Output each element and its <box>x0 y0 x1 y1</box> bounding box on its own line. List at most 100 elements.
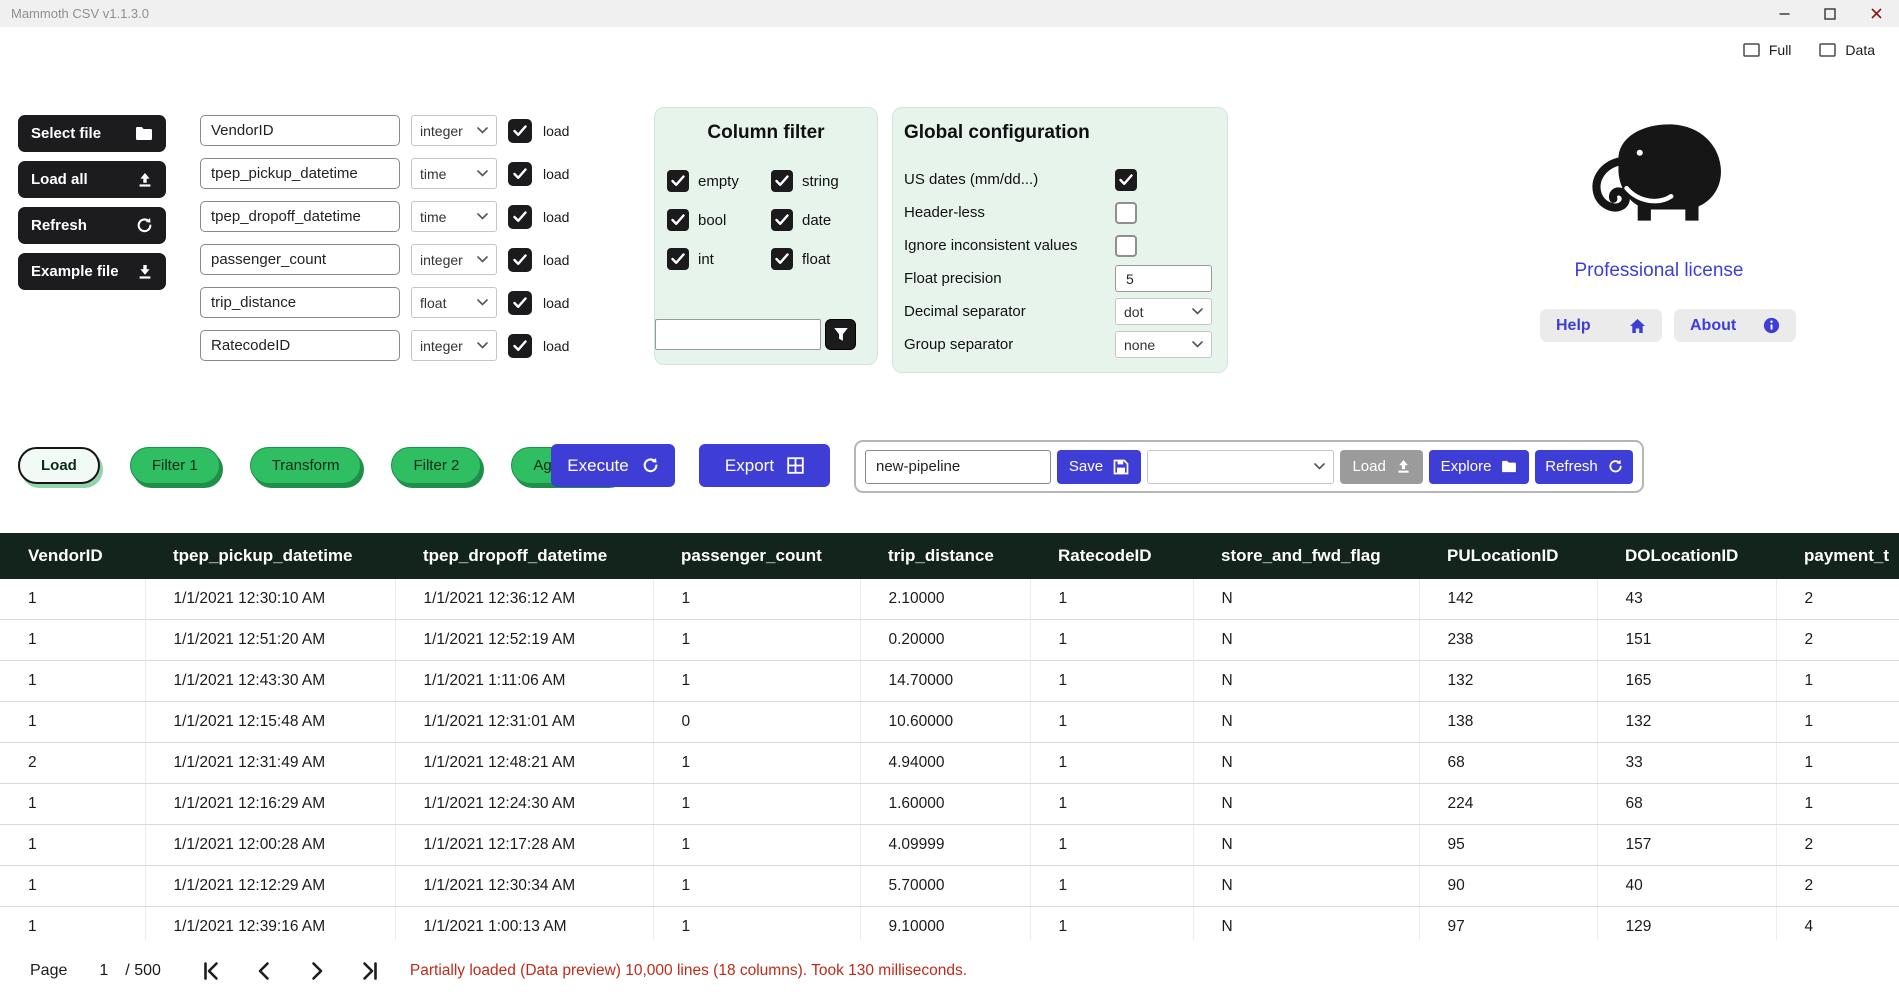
float-precision-input[interactable] <box>1115 265 1212 292</box>
column-header[interactable]: DOLocationID <box>1597 533 1776 579</box>
column-name-input[interactable] <box>200 158 400 189</box>
pipeline-select[interactable] <box>1147 450 1334 484</box>
save-pipeline-button[interactable]: Save <box>1057 450 1141 484</box>
column-load-checkbox[interactable] <box>508 119 532 143</box>
select-file-button[interactable]: Select file <box>18 115 166 152</box>
about-button[interactable]: About <box>1674 309 1796 342</box>
column-header[interactable]: trip_distance <box>860 533 1030 579</box>
table-cell: 1/1/2021 12:39:16 AM <box>145 907 395 941</box>
export-button[interactable]: Export <box>699 444 830 487</box>
column-header[interactable]: tpep_pickup_datetime <box>145 533 395 579</box>
pipeline-stages: LoadFilter 1TransformFilter 2Aggregate <box>18 447 625 484</box>
date-filter-checkbox[interactable] <box>771 209 793 231</box>
int-filter-checkbox[interactable] <box>667 248 689 270</box>
refresh-button[interactable]: Refresh <box>18 207 166 244</box>
decimal-separator-select[interactable]: dot <box>1115 298 1212 325</box>
header-less-checkbox[interactable] <box>1115 202 1137 224</box>
full-view-toggle[interactable]: Full <box>1743 42 1792 58</box>
filter-option-label: date <box>802 212 831 229</box>
chevron-down-icon <box>477 299 488 306</box>
empty-filter-checkbox[interactable] <box>667 170 689 192</box>
explore-pipelines-button[interactable]: Explore <box>1429 450 1529 484</box>
stage-load[interactable]: Load <box>18 447 100 484</box>
next-page-button[interactable] <box>305 959 329 983</box>
data-view-toggle[interactable]: Data <box>1819 42 1875 58</box>
table-cell: 138 <box>1419 702 1597 743</box>
table-cell: 0 <box>653 702 860 743</box>
full-view-icon <box>1743 43 1760 57</box>
load-pipeline-button[interactable]: Load <box>1340 450 1423 484</box>
column-type-value: time <box>420 166 446 182</box>
current-page[interactable]: 1 <box>99 962 108 980</box>
global-config-panel: Global configuration US dates (mm/dd...)… <box>892 107 1228 373</box>
column-type-select[interactable]: integer <box>411 244 497 275</box>
table-cell: 1/1/2021 1:11:06 AM <box>395 661 653 702</box>
last-page-button[interactable] <box>358 959 382 983</box>
column-load-checkbox[interactable] <box>508 205 532 229</box>
columns-config: integerloadtimeloadtimeloadintegerloadfl… <box>200 115 569 361</box>
column-type-select[interactable]: integer <box>411 115 497 146</box>
column-header[interactable]: passenger_count <box>653 533 860 579</box>
load-all-button[interactable]: Load all <box>18 161 166 198</box>
column-header[interactable]: payment_t <box>1776 533 1899 579</box>
bool-filter-checkbox[interactable] <box>667 209 689 231</box>
column-type-select[interactable]: time <box>411 201 497 232</box>
execute-button[interactable]: Execute <box>551 444 675 487</box>
column-header[interactable]: RatecodeID <box>1030 533 1193 579</box>
us-dates-checkbox[interactable] <box>1115 169 1137 191</box>
ignore-inconsistent-checkbox[interactable] <box>1115 235 1137 257</box>
column-header[interactable]: PULocationID <box>1419 533 1597 579</box>
column-load-checkbox[interactable] <box>508 248 532 272</box>
column-load-checkbox[interactable] <box>508 291 532 315</box>
pipeline-name-input[interactable] <box>865 450 1051 484</box>
column-name-input[interactable] <box>200 244 400 275</box>
select-file-label: Select file <box>31 125 101 142</box>
stage-filter-1[interactable]: Filter 1 <box>130 447 220 484</box>
table-cell: 1/1/2021 12:43:30 AM <box>145 661 395 702</box>
table-cell: 9.10000 <box>860 907 1030 941</box>
previous-page-button[interactable] <box>252 959 276 983</box>
table-cell: 5.70000 <box>860 866 1030 907</box>
column-load-checkbox[interactable] <box>508 162 532 186</box>
close-icon <box>1870 7 1883 20</box>
float-filter-checkbox[interactable] <box>771 248 793 270</box>
string-filter-checkbox[interactable] <box>771 170 793 192</box>
filter-option: date <box>771 209 869 231</box>
column-load-checkbox[interactable] <box>508 334 532 358</box>
close-button[interactable] <box>1853 0 1899 27</box>
table-cell: 1 <box>653 907 860 941</box>
column-filter-input[interactable] <box>655 319 821 350</box>
us-dates-label: US dates (mm/dd...) <box>904 171 1038 188</box>
refresh-pipelines-button[interactable]: Refresh <box>1535 450 1633 484</box>
table-cell: 1 <box>0 702 145 743</box>
column-name-input[interactable] <box>200 330 400 361</box>
column-type-select[interactable]: integer <box>411 330 497 361</box>
full-view-label: Full <box>1769 42 1792 58</box>
column-name-input[interactable] <box>200 115 400 146</box>
table-cell: N <box>1193 702 1419 743</box>
column-name-input[interactable] <box>200 201 400 232</box>
column-name-input[interactable] <box>200 287 400 318</box>
stage-transform[interactable]: Transform <box>250 447 362 484</box>
help-button[interactable]: Help <box>1540 309 1662 342</box>
maximize-button[interactable] <box>1807 0 1853 27</box>
column-type-select[interactable]: float <box>411 287 497 318</box>
folder-open-icon <box>135 126 153 141</box>
table-cell: 1 <box>1030 743 1193 784</box>
example-file-button[interactable]: Example file <box>18 253 166 290</box>
table-cell: N <box>1193 825 1419 866</box>
column-header[interactable]: store_and_fwd_flag <box>1193 533 1419 579</box>
table-cell: 1 <box>1030 579 1193 620</box>
table-cell: 1 <box>653 825 860 866</box>
column-header[interactable]: tpep_dropoff_datetime <box>395 533 653 579</box>
apply-filter-button[interactable] <box>825 319 856 350</box>
table-cell: N <box>1193 866 1419 907</box>
first-page-button[interactable] <box>199 959 223 983</box>
stage-filter-2[interactable]: Filter 2 <box>391 447 481 484</box>
table-cell: 132 <box>1597 702 1776 743</box>
minimize-button[interactable] <box>1761 0 1807 27</box>
column-header[interactable]: VendorID <box>0 533 145 579</box>
group-separator-select[interactable]: none <box>1115 331 1212 358</box>
license-label: Professional license <box>1534 260 1784 282</box>
column-type-select[interactable]: time <box>411 158 497 189</box>
